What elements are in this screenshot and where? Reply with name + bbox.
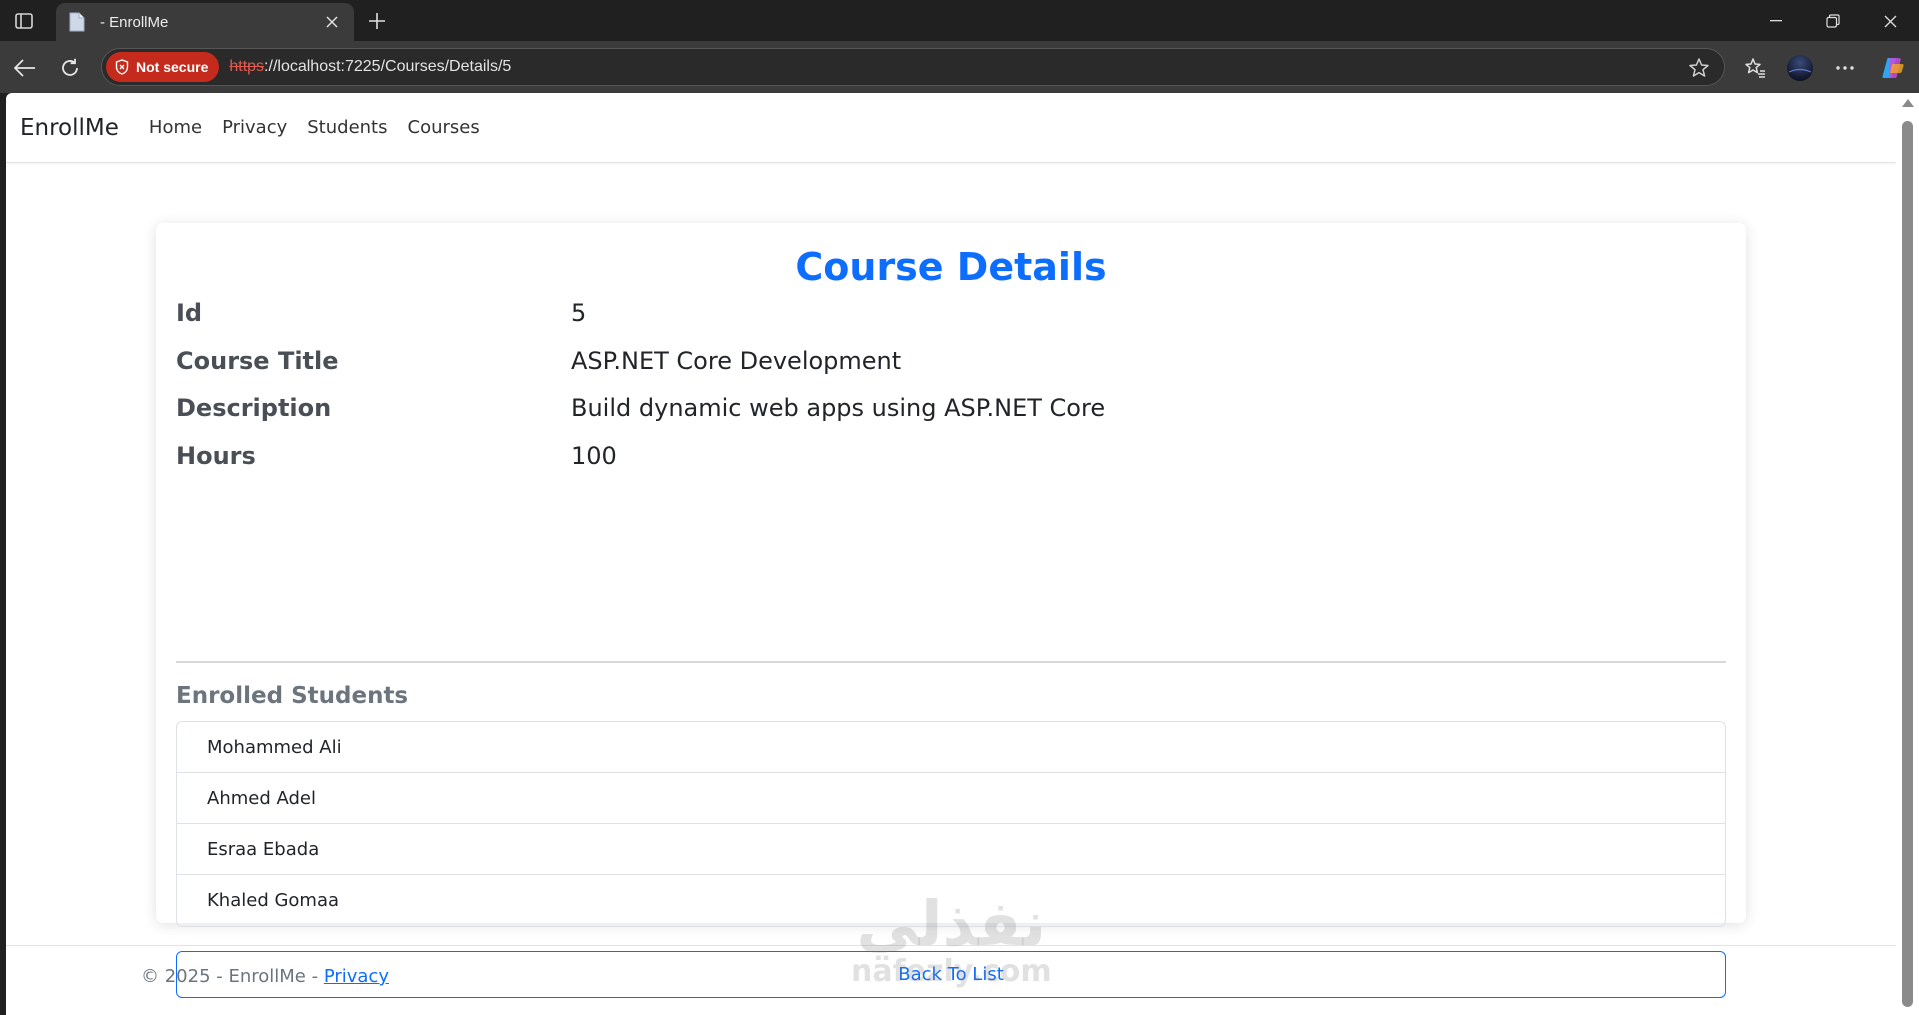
enrolled-students-heading: Enrolled Students (176, 683, 409, 709)
list-item: Ahmed Adel (177, 773, 1725, 824)
more-options-icon[interactable] (1830, 53, 1860, 83)
window-close-icon[interactable] (1870, 6, 1910, 36)
restore-icon[interactable] (1813, 6, 1853, 36)
site-navbar: EnrollMe Home Privacy Students Courses (6, 93, 1896, 163)
detail-row-hours: Hours 100 (176, 436, 1726, 476)
url-text[interactable]: https://localhost:7225/Courses/Details/5 (229, 58, 511, 76)
browser-tab-bar: - EnrollMe (0, 0, 1919, 41)
detail-label: Id (176, 299, 203, 327)
detail-label: Description (176, 394, 332, 422)
browser-tab[interactable]: - EnrollMe (56, 3, 354, 41)
divider (176, 661, 1726, 663)
copilot-icon[interactable] (1878, 53, 1908, 83)
footer-text: © 2025 - EnrollMe - Privacy (141, 966, 389, 987)
list-item: Esraa Ebada (177, 824, 1725, 875)
page-title: Course Details (795, 245, 1107, 289)
minimize-icon[interactable] (1756, 6, 1796, 36)
browser-toolbar: Not secure https://localhost:7225/Course… (0, 41, 1919, 93)
security-label: Not secure (136, 59, 209, 75)
detail-label: Course Title (176, 347, 339, 375)
detail-row-description: Description Build dynamic web apps using… (176, 388, 1726, 428)
new-tab-icon[interactable] (364, 8, 390, 34)
tab-actions-icon[interactable] (10, 9, 38, 33)
detail-row-course-title: Course Title ASP.NET Core Development (176, 341, 1726, 381)
nav-link-privacy[interactable]: Privacy (222, 117, 287, 138)
nav-link-courses[interactable]: Courses (408, 117, 480, 138)
profile-avatar-icon[interactable] (1785, 53, 1815, 83)
back-arrow-icon[interactable] (10, 53, 40, 83)
vertical-scrollbar[interactable] (1896, 93, 1919, 1015)
detail-label: Hours (176, 442, 256, 470)
address-bar[interactable]: Not secure https://localhost:7225/Course… (101, 48, 1725, 86)
copyright-text: © 2025 - EnrollMe - (141, 966, 324, 987)
scroll-up-arrow-icon[interactable] (1902, 99, 1914, 107)
nav-link-students[interactable]: Students (307, 117, 387, 138)
page-favicon-icon (69, 12, 85, 32)
list-item: Mohammed Ali (177, 722, 1725, 773)
scrollbar-thumb[interactable] (1902, 121, 1913, 1007)
favorite-star-icon[interactable] (1688, 57, 1710, 79)
url-path: ://localhost:7225/Courses/Details/5 (264, 58, 512, 75)
detail-value: 100 (571, 442, 617, 470)
tab-title: - EnrollMe (100, 13, 169, 31)
close-tab-icon[interactable] (322, 12, 342, 32)
watermark: نفذلي nafezly.com (851, 893, 1052, 989)
detail-value: 5 (571, 299, 587, 327)
nav-link-home[interactable]: Home (149, 117, 202, 138)
url-scheme: https (229, 58, 265, 75)
watermark-text: nafezly.com (851, 954, 1052, 989)
watermark-logo: نفذلي (856, 887, 1047, 960)
not-secure-badge[interactable]: Not secure (106, 52, 220, 82)
detail-value: Build dynamic web apps using ASP.NET Cor… (571, 394, 1106, 422)
navbar-brand[interactable]: EnrollMe (20, 115, 119, 141)
shield-warning-icon (115, 59, 129, 75)
refresh-icon[interactable] (55, 53, 85, 83)
page-viewport: EnrollMe Home Privacy Students Courses C… (6, 93, 1896, 1015)
favorites-icon[interactable] (1740, 53, 1770, 83)
footer-privacy-link[interactable]: Privacy (324, 966, 389, 987)
course-details-card: Course Details Id 5 Course Title ASP.NET… (156, 223, 1746, 998)
detail-row-id: Id 5 (176, 293, 1726, 333)
detail-value: ASP.NET Core Development (571, 347, 902, 375)
